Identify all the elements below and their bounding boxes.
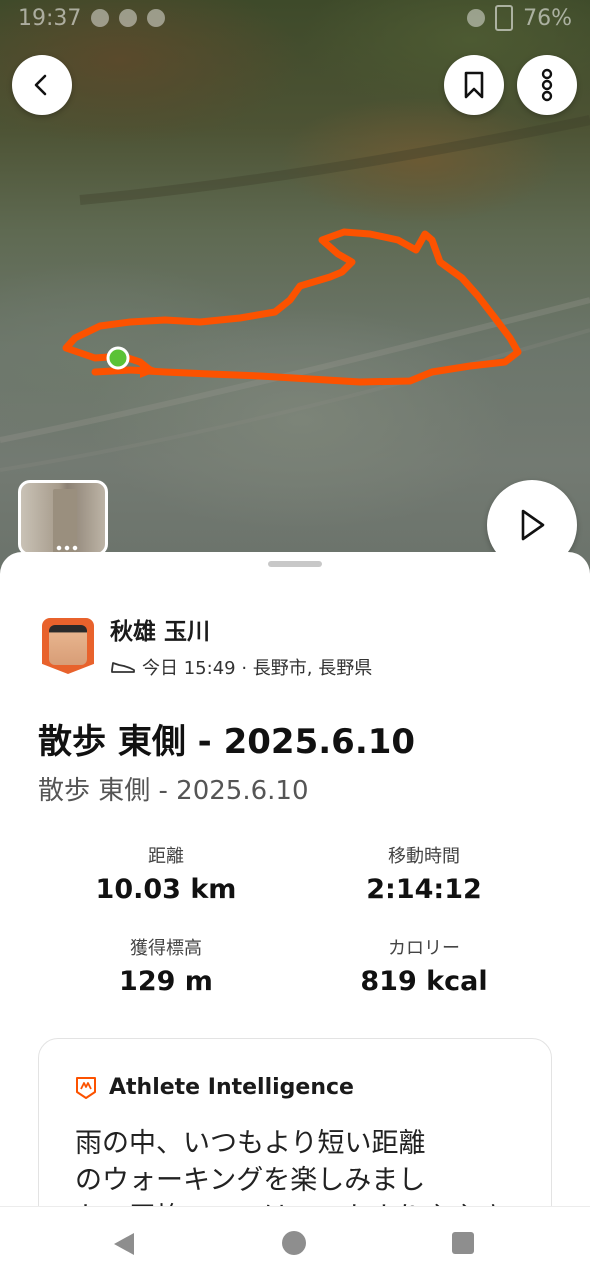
- status-time: 19:37: [18, 5, 82, 31]
- stat-label: 移動時間: [388, 846, 460, 867]
- battery-level: 76%: [523, 5, 572, 31]
- avatar-photo: [49, 625, 87, 665]
- activity-description: 散歩 東側 - 2025.6.10: [38, 776, 309, 806]
- back-icon: [34, 74, 47, 96]
- stat-distance: 距離 10.03 km: [36, 842, 296, 905]
- system-navigation-bar: [0, 1206, 590, 1280]
- stat-calories: カロリー 819 kcal: [294, 934, 554, 997]
- stat-elevation: 獲得標高 129 m: [36, 934, 296, 997]
- avatar[interactable]: [42, 618, 94, 674]
- stat-value: 819 kcal: [360, 966, 488, 997]
- route-map[interactable]: 19:37 76%: [0, 0, 590, 580]
- athlete-intelligence-title: Athlete Intelligence: [109, 1075, 354, 1100]
- stat-label: カロリー: [388, 938, 460, 959]
- sheet-drag-handle[interactable]: [268, 561, 322, 567]
- summary-line: 雨の中、いつもより短い距離: [75, 1128, 426, 1159]
- stat-value: 129 m: [119, 966, 213, 997]
- more-options-button[interactable]: [517, 55, 577, 115]
- stat-value: 2:14:12: [366, 874, 482, 905]
- summary-line: のウォーキングを楽しみまし: [75, 1165, 426, 1196]
- athlete-intelligence-card[interactable]: Athlete Intelligence 雨の中、いつもより短い距離 のウォーキ…: [38, 1038, 552, 1212]
- athlete-header[interactable]: 秋雄 玉川 今日 15:49 · 長野市, 長野県: [42, 612, 372, 680]
- activity-detail-sheet[interactable]: 秋雄 玉川 今日 15:49 · 長野市, 長野県 散歩 東側 - 2025.6…: [0, 552, 590, 1212]
- status-bar: 19:37 76%: [0, 0, 590, 36]
- nav-home-icon[interactable]: [282, 1231, 306, 1255]
- direction-arrow: [140, 362, 160, 378]
- stat-label: 獲得標高: [130, 938, 202, 959]
- stat-value: 10.03 km: [95, 874, 237, 905]
- nav-recents-icon[interactable]: [452, 1232, 474, 1254]
- stat-moving-time: 移動時間 2:14:12: [294, 842, 554, 905]
- athlete-intelligence-summary: 雨の中、いつもより短い距離 のウォーキングを楽しみまし た。平均ペースはいつもよ…: [75, 1125, 515, 1212]
- photo-page-dots: [55, 545, 79, 551]
- activity-meta: 今日 15:49 · 長野市, 長野県: [142, 658, 373, 679]
- back-button[interactable]: [12, 55, 72, 115]
- nav-back-icon[interactable]: [112, 1231, 136, 1257]
- battery-icon: [495, 5, 514, 31]
- shoe-icon: [111, 662, 135, 673]
- stat-label: 距離: [148, 846, 184, 867]
- athlete-name[interactable]: 秋雄 玉川: [110, 612, 372, 646]
- activity-title: 散歩 東側 - 2025.6.10: [38, 722, 416, 762]
- start-marker: [106, 346, 130, 370]
- athlete-intelligence-icon: [76, 1076, 96, 1099]
- bookmark-button[interactable]: [444, 55, 504, 115]
- play-icon: [521, 509, 545, 541]
- notification-icon: [147, 9, 166, 27]
- activity-photo-thumbnail[interactable]: [18, 480, 108, 556]
- more-vertical-icon: [541, 68, 553, 102]
- notification-icon: [91, 9, 110, 27]
- wifi-icon: [467, 9, 486, 27]
- bookmark-icon: [464, 71, 484, 99]
- notification-icon: [119, 9, 138, 27]
